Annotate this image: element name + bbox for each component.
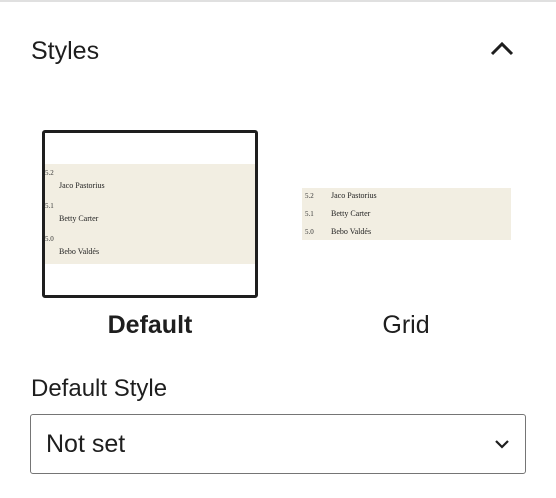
preview-item-number: 5.2 — [305, 192, 314, 200]
chevron-down-icon — [493, 437, 511, 451]
preview-item-number: 5.0 — [305, 228, 314, 236]
default-style-select[interactable]: Not set — [30, 414, 526, 474]
preview-item-name: Jaco Pastorius — [331, 191, 377, 200]
collapse-panel-button[interactable] — [484, 34, 520, 66]
styles-panel: Styles 5.2 Jaco Pastorius 5.1 Betty Cart… — [0, 0, 556, 498]
style-option-grid[interactable]: 5.2 Jaco Pastorius 5.1 Betty Carter 5.0 … — [298, 130, 514, 339]
preview-item-name: Jaco Pastorius — [59, 181, 105, 190]
preview-grid-row: 5.1 Betty Carter — [302, 206, 511, 224]
style-option-default[interactable]: 5.2 Jaco Pastorius 5.1 Betty Carter 5.0 … — [42, 130, 258, 339]
preview-list-grid: 5.2 Jaco Pastorius 5.1 Betty Carter 5.0 … — [302, 188, 511, 240]
styles-panel-header[interactable]: Styles — [0, 2, 556, 100]
style-label-default: Default — [107, 311, 193, 339]
preview-item-number: 5.0 — [45, 235, 54, 243]
preview-grid-row: 5.0 Bebo Valdés — [302, 224, 511, 242]
preview-item-number: 5.1 — [45, 202, 54, 210]
preview-item-number: 5.1 — [305, 210, 314, 218]
preview-item-name: Bebo Valdés — [59, 247, 100, 256]
style-preview-grid[interactable]: 5.2 Jaco Pastorius 5.1 Betty Carter 5.0 … — [298, 130, 514, 298]
default-style-value: Not set — [46, 430, 126, 458]
preview-list-default: 5.2 Jaco Pastorius 5.1 Betty Carter 5.0 … — [45, 164, 255, 264]
chevron-up-icon — [484, 34, 520, 66]
preview-item-number: 5.2 — [45, 169, 54, 177]
default-style-label: Default Style — [31, 375, 168, 402]
style-preview-default[interactable]: 5.2 Jaco Pastorius 5.1 Betty Carter 5.0 … — [42, 130, 258, 298]
style-label-grid: Grid — [382, 311, 430, 339]
preview-item-name: Betty Carter — [59, 214, 99, 223]
preview-grid-row: 5.2 Jaco Pastorius — [302, 188, 511, 206]
panel-title: Styles — [31, 37, 100, 65]
preview-item-name: Betty Carter — [331, 209, 371, 218]
preview-item-name: Bebo Valdés — [331, 227, 372, 236]
